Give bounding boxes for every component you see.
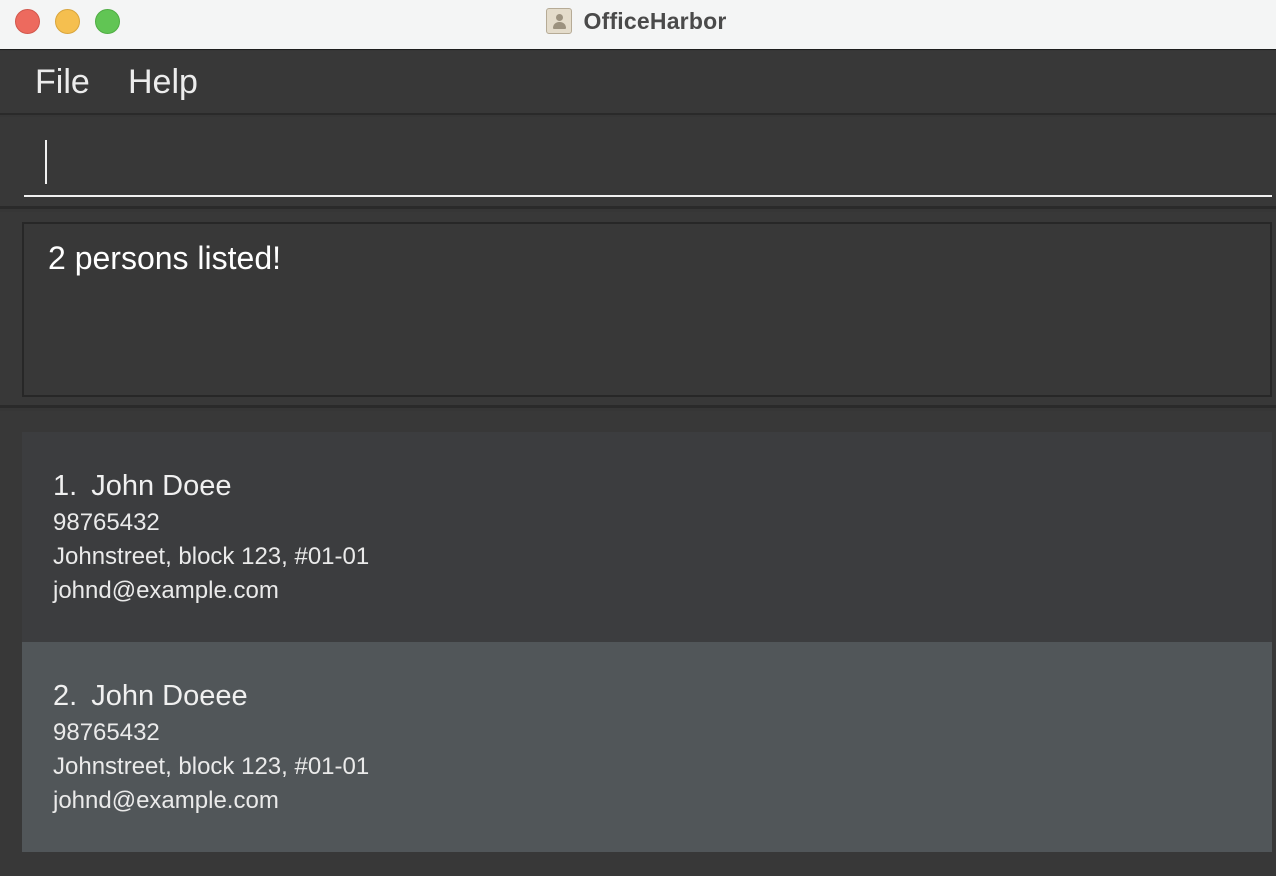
result-display-panel: 2 persons listed! <box>0 212 1276 408</box>
command-input[interactable] <box>24 137 1272 197</box>
person-name: John Doee <box>91 470 232 502</box>
menu-file[interactable]: File <box>35 63 90 102</box>
menu-help[interactable]: Help <box>128 63 198 102</box>
person-email: johnd@example.com <box>53 787 279 814</box>
person-email: johnd@example.com <box>53 577 279 604</box>
person-phone: 98765432 <box>53 509 160 536</box>
person-list[interactable]: 1. John Doee 98765432 Johnstreet, block 1… <box>0 411 1276 876</box>
person-index: 2. <box>53 680 78 712</box>
window-title: OfficeHarbor <box>583 7 727 34</box>
person-name-row: 2. John Doeee <box>53 680 248 713</box>
title-bar[interactable]: OfficeHarbor <box>0 0 1276 50</box>
person-index: 1. <box>53 470 78 502</box>
command-box-panel <box>0 117 1276 209</box>
person-phone: 98765432 <box>53 719 160 746</box>
person-name-row: 1. John Doee <box>53 470 231 503</box>
person-card-selected[interactable]: 2. John Doeee 98765432 Johnstreet, block … <box>22 642 1272 852</box>
app-window: OfficeHarbor File Help 2 persons listed!… <box>0 0 1276 876</box>
menu-bar: File Help <box>0 51 1276 115</box>
text-caret <box>45 140 47 184</box>
person-card[interactable]: 1. John Doee 98765432 Johnstreet, block 1… <box>22 432 1272 642</box>
result-message: 2 persons listed! <box>48 240 282 276</box>
window-title-group: OfficeHarbor <box>0 6 1276 36</box>
address-book-icon <box>545 8 572 34</box>
result-display[interactable]: 2 persons listed! <box>22 222 1272 397</box>
person-address: Johnstreet, block 123, #01-01 <box>53 753 370 780</box>
person-address: Johnstreet, block 123, #01-01 <box>53 543 370 570</box>
person-name: John Doeee <box>91 680 248 712</box>
